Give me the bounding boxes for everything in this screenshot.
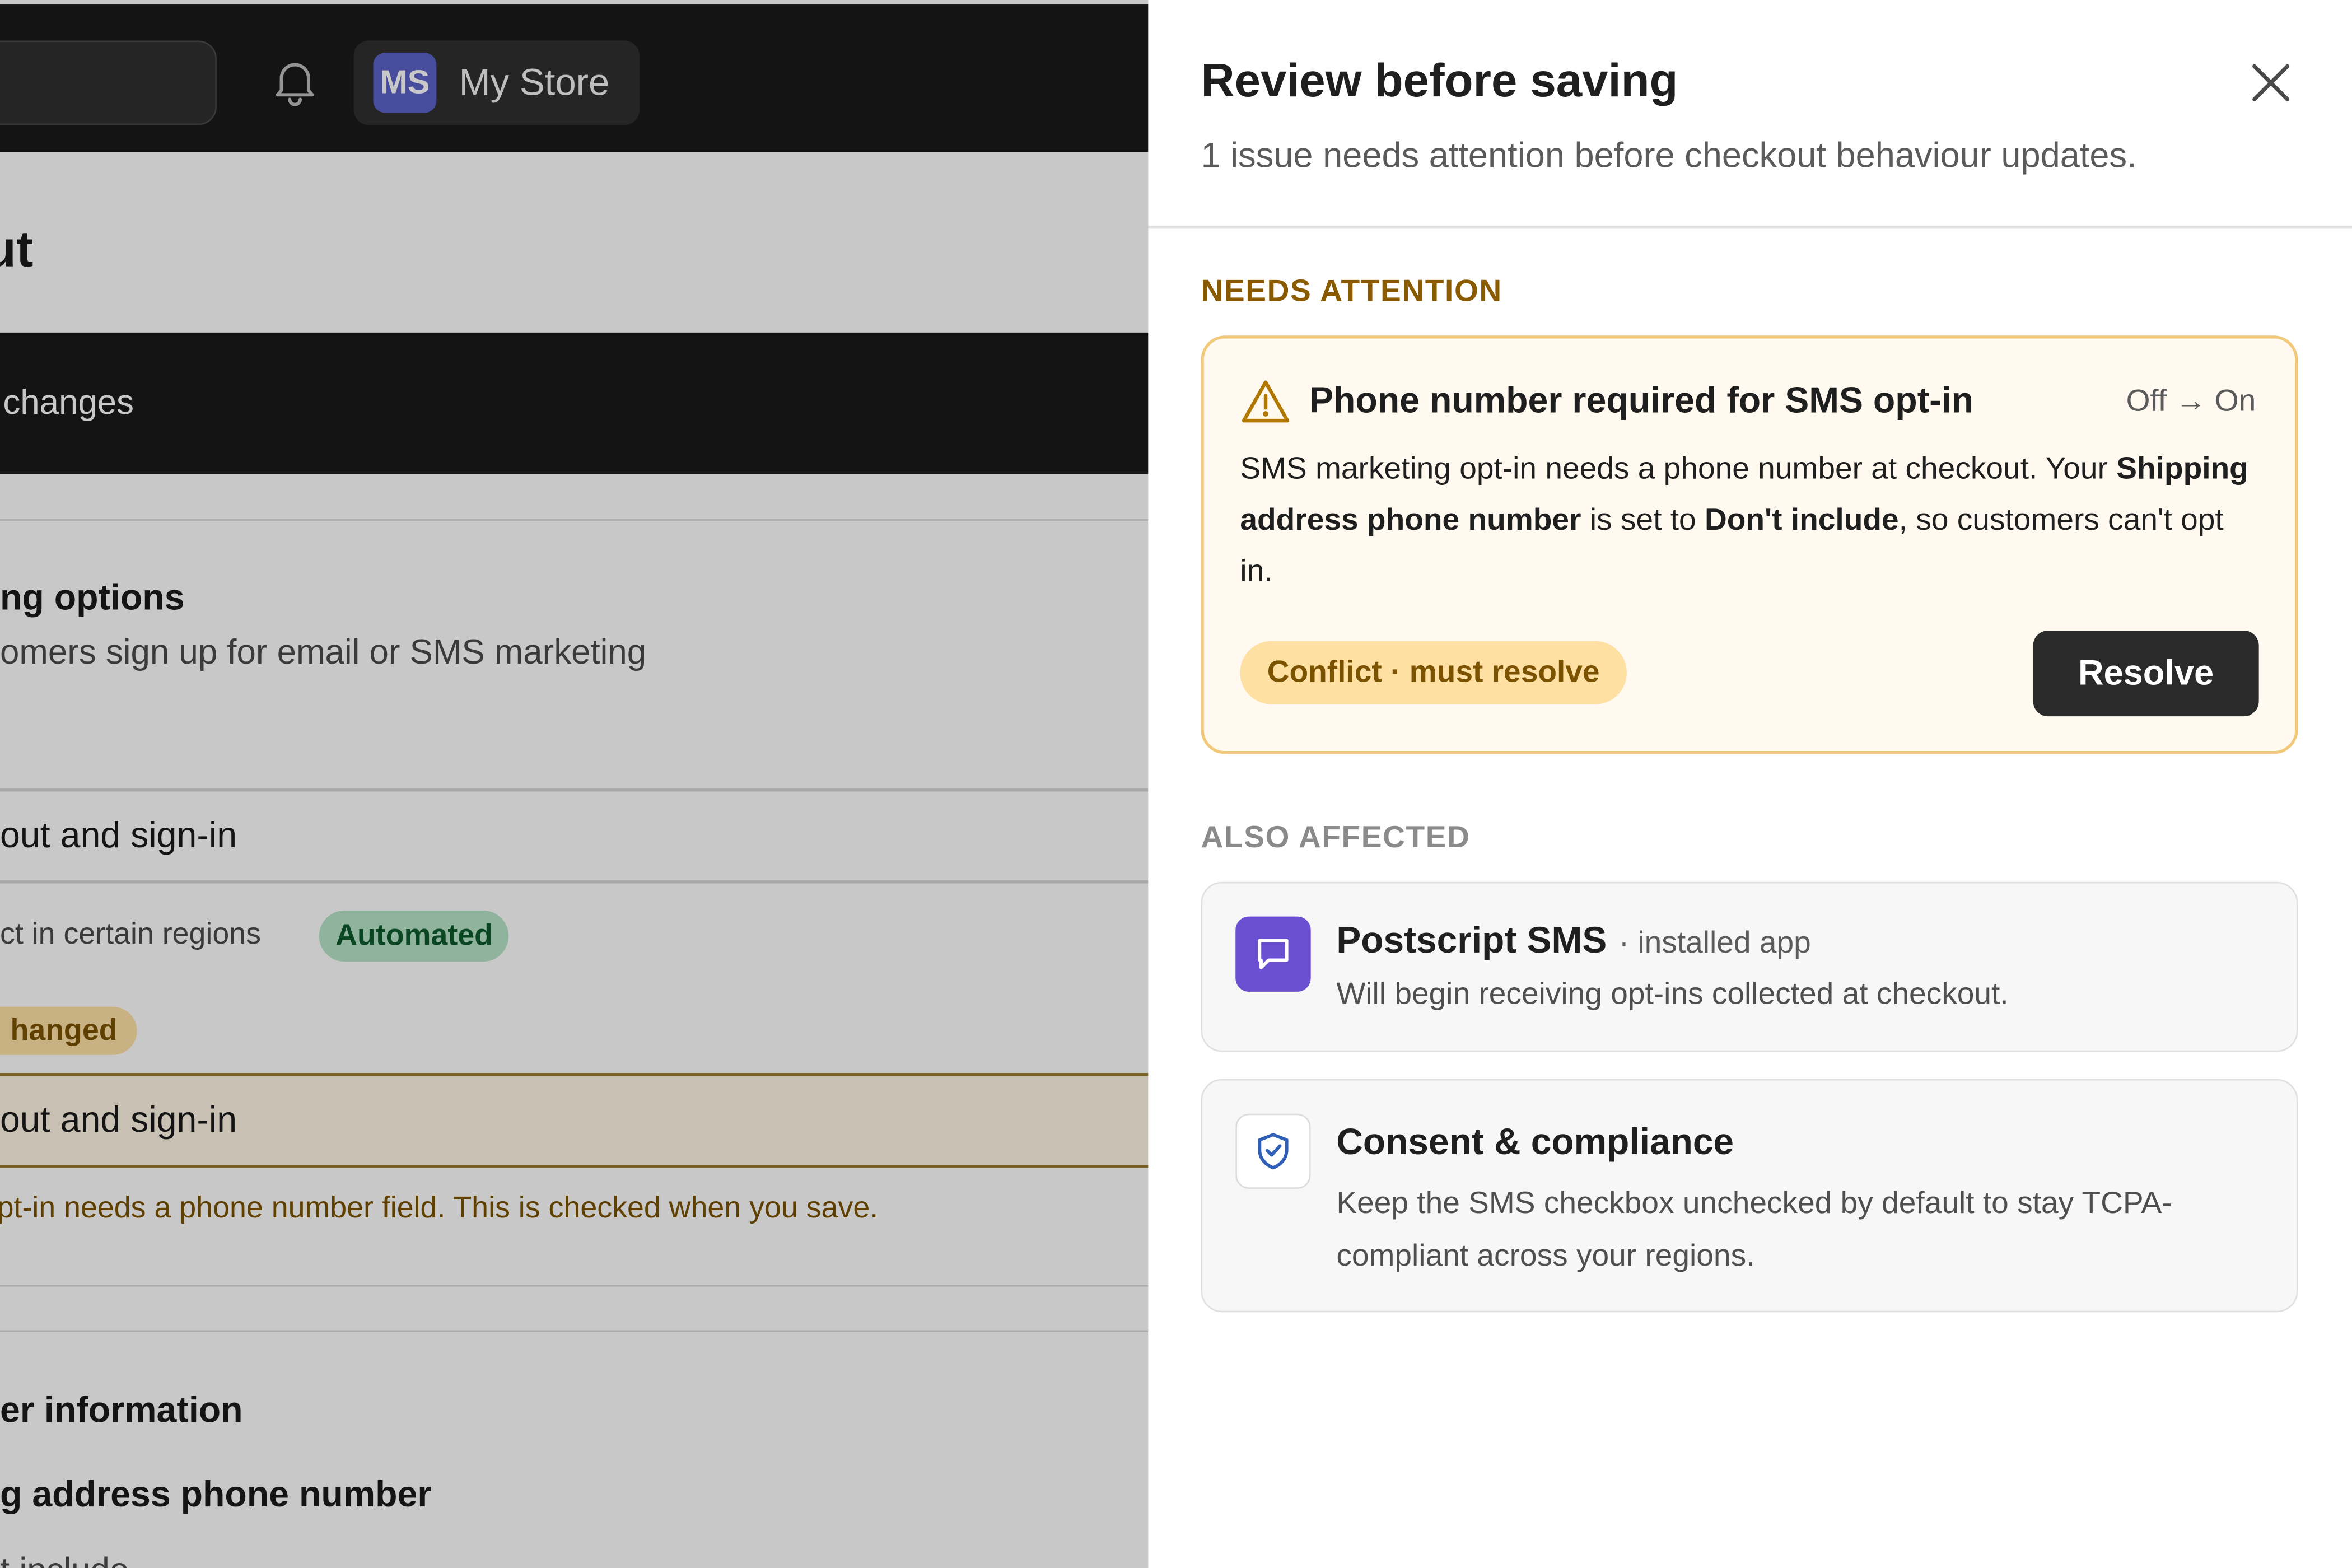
affected-item-name: Postscript SMS · installed app — [1336, 921, 1811, 962]
also-affected-label: ALSO AFFECTED — [1201, 820, 1471, 855]
affected-item-consent[interactable]: Consent & compliance Keep the SMS checkb… — [1201, 1079, 2298, 1313]
drawer-divider — [1148, 226, 2352, 228]
warning-triangle-icon — [1240, 378, 1291, 426]
issue-change: Off → On — [2126, 384, 2256, 419]
issue-card: Phone number required for SMS opt-in Off… — [1201, 335, 2298, 754]
resolve-button[interactable]: Resolve — [2033, 630, 2259, 717]
screen: MS My Store ut changes ng options omers … — [0, 0, 2352, 1568]
drawer-title: Review before saving — [1201, 54, 1678, 107]
affected-item-description: Keep the SMS checkbox unchecked by defau… — [1336, 1186, 2172, 1273]
modal-backdrop[interactable] — [0, 0, 1149, 1568]
close-icon[interactable] — [2245, 57, 2296, 108]
affected-item-name: Consent & compliance — [1336, 1122, 1734, 1164]
drawer-subtitle: 1 issue needs attention before checkout … — [1201, 135, 2137, 175]
affected-item-postscript[interactable]: Postscript SMS · installed app Will begin… — [1201, 881, 2298, 1052]
issue-description: SMS marketing opt-in needs a phone numbe… — [1240, 451, 2248, 589]
review-drawer: Review before saving 1 issue needs atten… — [1148, 0, 2352, 1568]
shield-check-icon — [1235, 1113, 1311, 1189]
affected-item-meta: · installed app — [1618, 925, 1811, 960]
needs-attention-label: NEEDS ATTENTION — [1201, 274, 1502, 309]
affected-item-description: Will begin receiving opt-ins collected a… — [1336, 977, 2009, 1011]
field-value: Don't include — [1704, 502, 1899, 538]
conflict-status-pill: Conflict · must resolve — [1240, 641, 1627, 704]
chat-bubble-icon — [1235, 916, 1311, 992]
issue-title: Phone number required for SMS opt-in — [1309, 380, 1973, 422]
